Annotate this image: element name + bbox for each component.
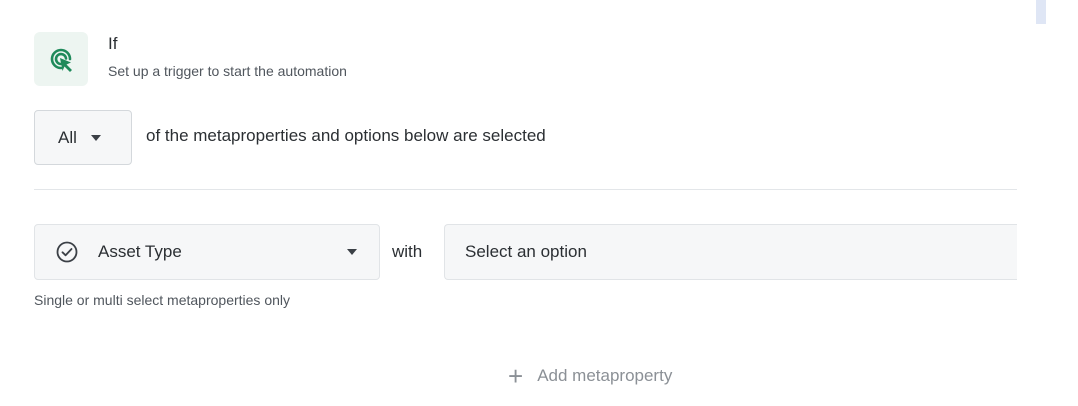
connector-label: with xyxy=(392,242,423,261)
cursor-click-icon xyxy=(34,32,88,86)
match-mode-dropdown[interactable]: All xyxy=(34,110,132,165)
check-circle-icon xyxy=(55,240,79,264)
metaproperty-dropdown[interactable]: Asset Type xyxy=(34,224,380,280)
caret-down-icon xyxy=(347,249,357,255)
match-description: of the metaproperties and options below … xyxy=(146,126,546,145)
automation-trigger-panel: If Set up a trigger to start the automat… xyxy=(0,0,1078,406)
trigger-title: If xyxy=(108,34,118,53)
metaproperty-hint: Single or multi select metaproperties on… xyxy=(34,292,291,308)
option-dropdown[interactable]: Select an option xyxy=(444,224,1017,280)
section-divider xyxy=(34,189,1017,190)
caret-down-icon xyxy=(90,134,101,141)
plus-icon: + xyxy=(508,361,524,391)
scrollbar-thumb[interactable] xyxy=(1036,0,1046,24)
option-placeholder: Select an option xyxy=(465,242,587,261)
trigger-subtitle: Set up a trigger to start the automation xyxy=(108,63,347,79)
add-metaproperty-button[interactable]: + Add metaproperty xyxy=(508,361,673,391)
match-mode-value: All xyxy=(58,127,77,147)
metaproperty-value: Asset Type xyxy=(98,242,182,261)
add-metaproperty-label: Add metaproperty xyxy=(537,366,673,385)
